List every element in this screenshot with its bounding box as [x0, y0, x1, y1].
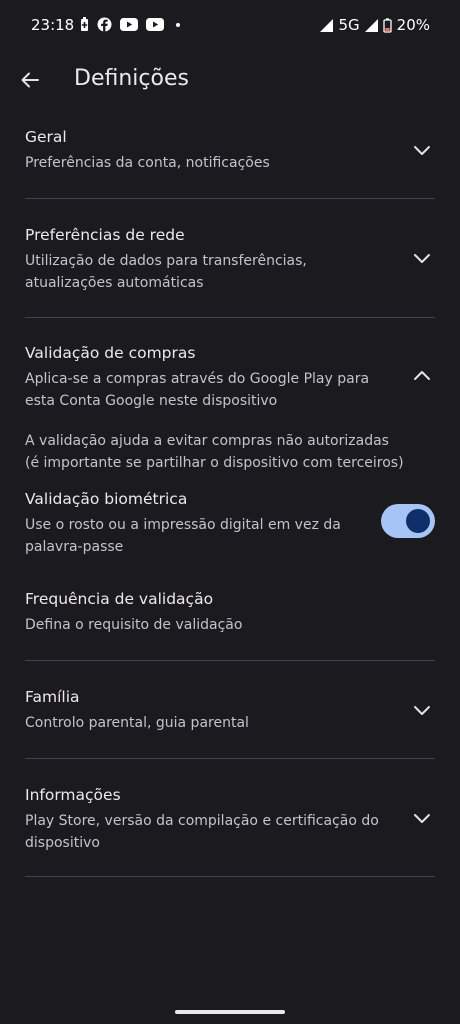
divider: [25, 758, 435, 759]
frequency-title: Frequência de validação: [25, 590, 214, 608]
divider: [25, 198, 435, 199]
section-geral[interactable]: Geral Preferências da conta, notificaçõe…: [0, 120, 460, 200]
facebook-icon: [97, 17, 112, 32]
notification-dot-icon: [176, 22, 180, 27]
battery-saver-icon: [81, 17, 88, 31]
section-informacoes[interactable]: Informações Play Store, versão da compil…: [0, 778, 460, 878]
network-type: 5G: [338, 16, 360, 34]
validation-frequency-row[interactable]: Frequência de validação Defina o requisi…: [0, 582, 460, 642]
divider: [25, 660, 435, 661]
youtube-icon: [146, 18, 164, 31]
biometric-subtitle: Use o rosto ou a impressão digital em ve…: [25, 517, 341, 555]
section-title: Família: [25, 688, 80, 706]
page-title: Definições: [74, 66, 189, 91]
chevron-down-icon[interactable]: [410, 698, 434, 722]
back-button[interactable]: [14, 64, 46, 96]
section-subtitle: Aplica-se a compras através do Google Pl…: [25, 371, 370, 409]
arrow-back-icon: [21, 72, 39, 88]
section-subtitle: Preferências da conta, notificações: [25, 155, 270, 171]
status-bar: 23:18 5G 20%: [0, 0, 460, 52]
section-subtitle: Play Store, versão da compilação e certi…: [25, 813, 379, 851]
toggle-knob: [406, 509, 430, 533]
chevron-down-icon[interactable]: [410, 246, 434, 270]
validation-info-text: A validação ajuda a evitar compras não a…: [25, 433, 404, 471]
divider: [25, 317, 435, 318]
chevron-up-icon[interactable]: [410, 364, 434, 388]
biometric-title: Validação biométrica: [25, 490, 188, 508]
chevron-down-icon[interactable]: [410, 806, 434, 830]
section-title: Geral: [25, 128, 67, 146]
section-rede[interactable]: Preferências de rede Utilização de dados…: [0, 218, 460, 318]
section-subtitle: Controlo parental, guia parental: [25, 715, 249, 731]
app-bar: Definições: [0, 60, 460, 100]
cell-signal-icon: [364, 18, 378, 32]
battery-level: 20%: [396, 16, 430, 34]
notification-icons: [80, 17, 180, 32]
divider: [25, 876, 435, 877]
youtube-icon: [120, 18, 138, 31]
battery-icon: [383, 17, 392, 33]
section-title: Preferências de rede: [25, 226, 185, 244]
section-title: Informações: [25, 786, 121, 804]
chevron-down-icon[interactable]: [410, 138, 434, 162]
section-subtitle: Utilização de dados para transferências,…: [25, 253, 307, 291]
wifi-signal-icon: [320, 18, 334, 32]
home-indicator[interactable]: [175, 1010, 285, 1014]
section-title: Validação de compras: [25, 344, 196, 362]
status-right: 5G 20%: [320, 16, 430, 34]
biometric-validation-row[interactable]: Validação biométrica Use o rosto ou a im…: [0, 482, 460, 562]
biometric-toggle[interactable]: [381, 504, 435, 538]
status-time: 23:18: [31, 16, 75, 34]
section-validacao[interactable]: Validação de compras Aplica-se a compras…: [0, 336, 460, 416]
section-familia[interactable]: Família Controlo parental, guia parental: [0, 680, 460, 760]
settings-screen: 23:18 5G 20% Definições Geral Preferênci…: [0, 0, 460, 1024]
frequency-subtitle: Defina o requisito de validação: [25, 617, 243, 633]
